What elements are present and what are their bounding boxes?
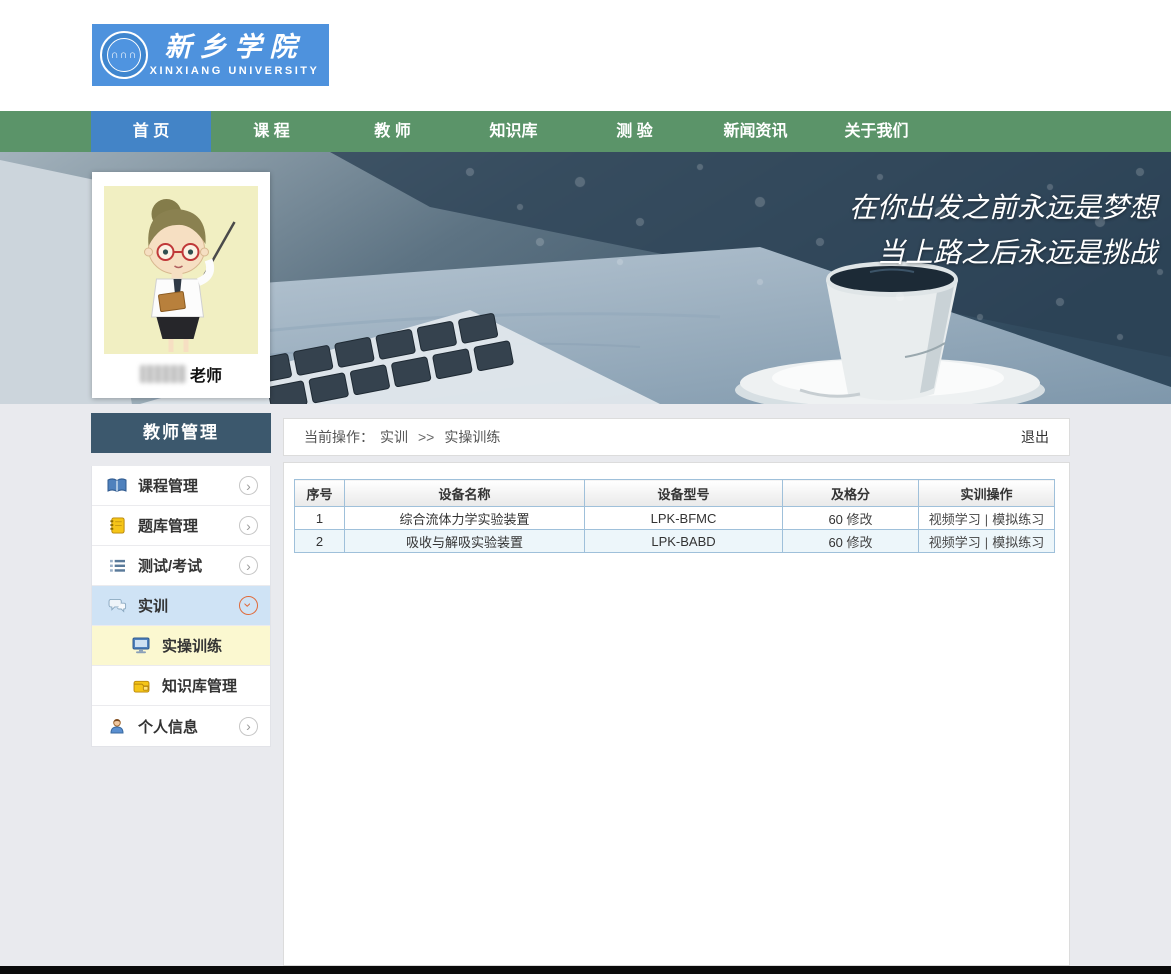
teacher-avatar	[104, 186, 258, 354]
breadcrumb-section[interactable]: 实训	[380, 427, 408, 447]
sidebar-item-label: 个人信息	[138, 716, 198, 737]
slogan-line-1: 在你出发之前永远是梦想	[849, 186, 1157, 231]
sim-practice-link[interactable]: 模拟练习	[992, 535, 1044, 550]
device-table: 序号 设备名称 设备型号 及格分 实训操作 1 综合流体力学实验装置 LPK-B…	[294, 479, 1055, 553]
teacher-title: 老师	[190, 362, 222, 386]
video-study-link[interactable]: 视频学习	[929, 535, 981, 550]
sidebar-item-label: 课程管理	[138, 475, 198, 496]
sidebar-item-tests[interactable]: 测试/考试	[92, 546, 270, 586]
blurred-name	[140, 365, 186, 383]
table-header-row: 序号 设备名称 设备型号 及格分 实训操作	[295, 480, 1055, 507]
actions-separator: |	[985, 512, 988, 527]
cell-actions: 视频学习 | 模拟练习	[919, 530, 1055, 553]
logo-name-en: XINXIANG UNIVERSITY	[148, 65, 321, 77]
slogan-line-2: 当上路之后永远是挑战	[849, 231, 1157, 276]
nav-item-news[interactable]: 新闻资讯	[695, 111, 816, 152]
sim-practice-link[interactable]: 模拟练习	[992, 512, 1044, 527]
cell-device-name: 吸收与解吸实验装置	[345, 530, 585, 553]
book-icon	[106, 478, 128, 494]
teacher-name-row: 老师	[104, 354, 258, 394]
cell-device-name: 综合流体力学实验装置	[345, 507, 585, 530]
cell-index: 2	[295, 530, 345, 553]
seal-glyph: ∩∩∩	[111, 49, 138, 61]
logout-button[interactable]: 退出	[1021, 427, 1049, 447]
chevron-right-icon	[239, 516, 258, 535]
cell-index: 1	[295, 507, 345, 530]
footer-bar	[0, 966, 1171, 974]
breadcrumb-page: 实操训练	[444, 427, 500, 447]
cell-actions: 视频学习 | 模拟练习	[919, 507, 1055, 530]
breadcrumb: 当前操作： 实训 >> 实操训练 退出	[283, 418, 1070, 456]
sidebar-item-label: 实操训练	[162, 635, 222, 656]
notebook-icon	[106, 517, 128, 534]
nav-item-tests[interactable]: 测 验	[574, 111, 695, 152]
chevron-right-icon	[239, 556, 258, 575]
table-row: 1 综合流体力学实验装置 LPK-BFMC 60 修改 视频学习 | 模拟练习	[295, 507, 1055, 530]
main-nav: 首 页 课 程 教 师 知识库 测 验 新闻资讯 关于我们	[0, 111, 1171, 152]
pass-score-value: 60	[828, 512, 842, 527]
nav-item-teachers[interactable]: 教 师	[332, 111, 453, 152]
sidebar-item-label: 测试/考试	[138, 555, 202, 576]
video-study-link[interactable]: 视频学习	[929, 512, 981, 527]
edit-link[interactable]: 修改	[847, 512, 873, 527]
chevron-right-icon	[239, 476, 258, 495]
breadcrumb-prefix: 当前操作：	[304, 427, 374, 447]
content-panel: 序号 设备名称 设备型号 及格分 实训操作 1 综合流体力学实验装置 LPK-B…	[283, 462, 1070, 966]
sidebar-menu: 课程管理 题库管理 测试/考试 实训	[91, 466, 271, 747]
chat-icon	[106, 598, 128, 614]
pass-score-value: 60	[828, 535, 842, 550]
header-model: 设备型号	[585, 480, 783, 507]
sidebar-title: 教师管理	[91, 413, 271, 453]
banner-slogan: 在你出发之前永远是梦想 当上路之后永远是挑战	[849, 186, 1157, 276]
university-logo[interactable]: ∩∩∩ 新乡学院 XINXIANG UNIVERSITY	[92, 24, 329, 86]
nav-item-knowledge[interactable]: 知识库	[453, 111, 574, 152]
header-device-name: 设备名称	[345, 480, 585, 507]
cell-pass-score: 60 修改	[783, 530, 919, 553]
teacher-profile-card: 老师	[92, 172, 270, 398]
header-index: 序号	[295, 480, 345, 507]
nav-item-home[interactable]: 首 页	[91, 111, 211, 152]
table-row: 2 吸收与解吸实验装置 LPK-BABD 60 修改 视频学习 | 模拟练习	[295, 530, 1055, 553]
actions-separator: |	[985, 535, 988, 550]
nav-item-courses[interactable]: 课 程	[211, 111, 332, 152]
person-icon	[106, 718, 128, 734]
sidebar-item-label: 实训	[138, 595, 168, 616]
header-actions: 实训操作	[919, 480, 1055, 507]
chevron-right-icon	[239, 717, 258, 736]
header-pass-score: 及格分	[783, 480, 919, 507]
logo-name-zh: 新乡学院	[148, 33, 321, 63]
cell-model: LPK-BABD	[585, 530, 783, 553]
teacher-cartoon-icon	[104, 186, 258, 354]
sidebar-item-practical-training[interactable]: 实操训练	[92, 626, 270, 666]
chevron-down-icon	[239, 596, 258, 615]
cell-pass-score: 60 修改	[783, 507, 919, 530]
edit-link[interactable]: 修改	[847, 535, 873, 550]
cell-model: LPK-BFMC	[585, 507, 783, 530]
sidebar-item-label: 知识库管理	[162, 675, 237, 696]
monitor-icon	[130, 637, 152, 654]
main-area: 教师管理 课程管理 题库管理 测试/考试 实训	[0, 404, 1171, 966]
sidebar-item-knowledge-mgmt[interactable]: 知识库管理	[92, 666, 270, 706]
breadcrumb-separator: >>	[418, 429, 434, 445]
hero-banner: 在你出发之前永远是梦想 当上路之后永远是挑战	[0, 152, 1171, 404]
nav-item-about[interactable]: 关于我们	[816, 111, 937, 152]
list-icon	[106, 558, 128, 573]
sidebar-item-training[interactable]: 实训	[92, 586, 270, 626]
sidebar-item-personal-info[interactable]: 个人信息	[92, 706, 270, 746]
site-header: ∩∩∩ 新乡学院 XINXIANG UNIVERSITY	[0, 0, 1171, 111]
sidebar-item-course-mgmt[interactable]: 课程管理	[92, 466, 270, 506]
sidebar-item-label: 题库管理	[138, 515, 198, 536]
wallet-icon	[130, 679, 152, 693]
university-seal-icon: ∩∩∩	[100, 31, 148, 79]
sidebar-item-question-bank[interactable]: 题库管理	[92, 506, 270, 546]
logo-text: 新乡学院 XINXIANG UNIVERSITY	[148, 33, 321, 77]
